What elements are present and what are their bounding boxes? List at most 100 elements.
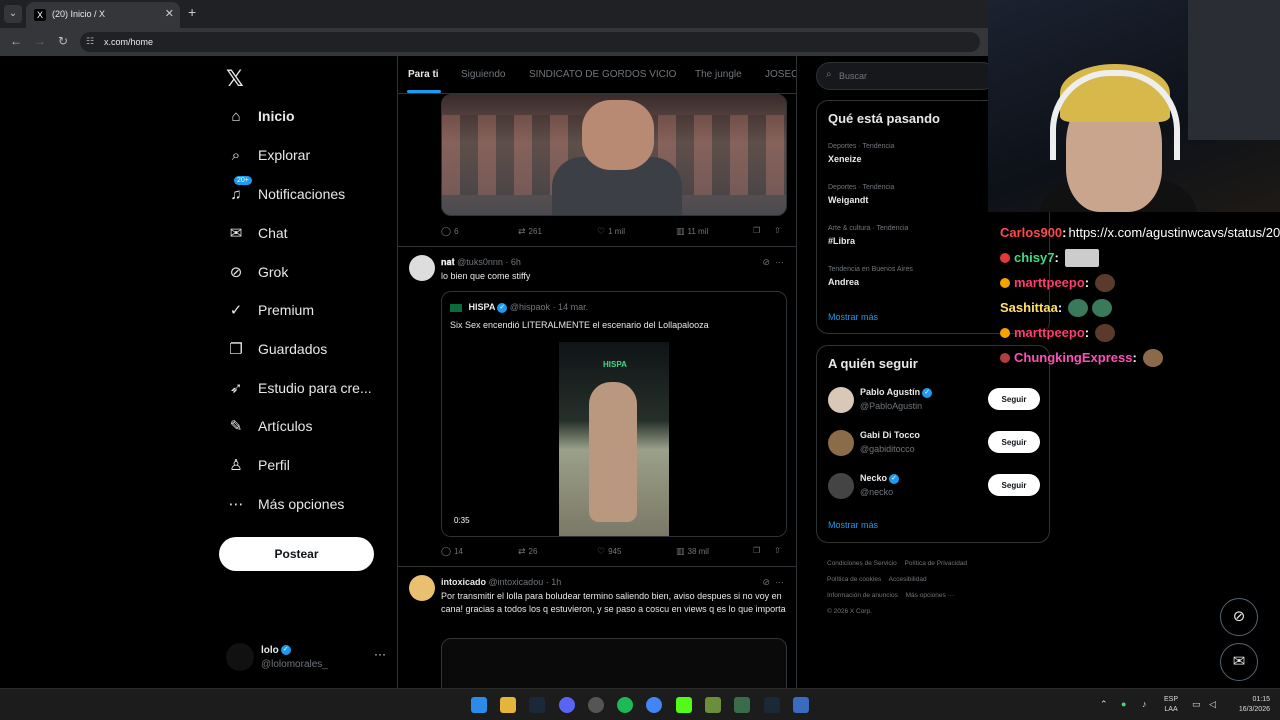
app-icon[interactable] bbox=[793, 697, 809, 713]
spotify-icon[interactable] bbox=[617, 697, 633, 713]
nav-label: Grok bbox=[258, 264, 289, 280]
nav-home[interactable]: ⌂ Inicio bbox=[226, 101, 294, 131]
author-name[interactable]: intoxicado bbox=[441, 577, 486, 587]
tray-chevron-icon[interactable]: ⌃ bbox=[1100, 699, 1108, 710]
tab-joseo[interactable]: JOSEO bbox=[765, 69, 796, 80]
nav-creator-studio[interactable]: ➶ Estudio para cre... bbox=[226, 373, 372, 403]
author-handle[interactable]: @intoxicadou bbox=[489, 577, 544, 587]
grok-float-button[interactable]: ⊘ bbox=[1220, 598, 1258, 636]
steam-icon[interactable] bbox=[764, 697, 780, 713]
close-icon[interactable]: ✕ bbox=[165, 7, 174, 20]
footer-link[interactable]: Política de Privacidad bbox=[905, 560, 968, 567]
tab-following[interactable]: Siguiendo bbox=[461, 69, 505, 80]
search-box[interactable]: ⌕ bbox=[816, 62, 996, 90]
reload-icon[interactable]: ↻ bbox=[58, 34, 68, 48]
video-player[interactable]: HISPA 0:35 bbox=[442, 342, 786, 536]
nav-chat[interactable]: ✉ Chat bbox=[226, 218, 288, 248]
follow-suggestion[interactable]: Gabi Di Tocco @gabiditocco Seguir bbox=[828, 428, 1040, 460]
author-handle[interactable]: @tuks0nnn bbox=[457, 257, 503, 267]
quoted-post[interactable]: HISPA ✓ @hispaok · 14 mar. Six Sex encend… bbox=[441, 291, 787, 537]
app-icon[interactable] bbox=[588, 697, 604, 713]
bookmark-icon[interactable]: ❐ bbox=[753, 546, 760, 555]
footer-link[interactable]: Información de anuncios bbox=[827, 592, 898, 599]
new-tab-icon[interactable]: + bbox=[188, 4, 196, 20]
views-button[interactable]: ▥ 11 mil bbox=[676, 226, 708, 237]
footer-link[interactable]: Más opciones ··· bbox=[906, 592, 954, 599]
follow-button[interactable]: Seguir bbox=[988, 431, 1040, 453]
post-time[interactable]: · 6h bbox=[505, 257, 521, 267]
chat-message: ChungkingExpress: bbox=[1000, 345, 1280, 370]
like-button[interactable]: ♡ 1 mil bbox=[597, 226, 625, 237]
account-switcher[interactable]: lolo ✓ @lolomorales_ ··· bbox=[226, 641, 386, 673]
share-icon[interactable]: ⇧ bbox=[774, 546, 781, 555]
repost-button[interactable]: ⇄ 26 bbox=[518, 546, 537, 557]
heart-icon: ♡ bbox=[597, 226, 606, 236]
nav-bookmarks[interactable]: ❐ Guardados bbox=[226, 334, 327, 364]
file-explorer-icon[interactable] bbox=[500, 697, 516, 713]
avatar[interactable] bbox=[409, 575, 435, 601]
microphone-icon[interactable]: ♪ bbox=[1142, 699, 1147, 709]
back-icon[interactable]: ← bbox=[10, 34, 22, 48]
x-logo-icon[interactable]: 𝕏 bbox=[226, 66, 244, 92]
clock[interactable]: 01:15 16/3/2026 bbox=[1226, 695, 1270, 715]
post-time[interactable]: · 1h bbox=[546, 577, 562, 587]
post-button[interactable]: Postear bbox=[219, 537, 374, 571]
discord-icon[interactable] bbox=[559, 697, 575, 713]
chrome-icon[interactable] bbox=[646, 697, 662, 713]
follow-suggestion[interactable]: Necko ✓ @necko Seguir bbox=[828, 471, 1040, 503]
post-image[interactable] bbox=[441, 94, 787, 216]
nav-more-options[interactable]: ⋯ Más opciones bbox=[226, 489, 345, 519]
reply-button[interactable]: ◯ 14 bbox=[441, 546, 463, 557]
tab-search-button[interactable]: ⌄ bbox=[4, 5, 22, 23]
search-input[interactable] bbox=[839, 69, 989, 83]
nav-premium[interactable]: ✓ Premium bbox=[226, 295, 314, 325]
follow-button[interactable]: Seguir bbox=[988, 474, 1040, 496]
nav-profile[interactable]: ♙ Perfil bbox=[226, 450, 290, 480]
site-info-icon[interactable]: ☷ bbox=[86, 36, 94, 47]
forward-icon[interactable]: → bbox=[34, 34, 46, 48]
repost-button[interactable]: ⇄ 261 bbox=[518, 226, 542, 237]
more-icon[interactable]: ··· bbox=[374, 647, 386, 661]
app-icon[interactable] bbox=[734, 697, 750, 713]
tray-app-icon[interactable]: ● bbox=[1121, 699, 1126, 709]
footer-link[interactable]: Condiciones de Servicio bbox=[827, 560, 897, 567]
author-name[interactable]: 𝐧𝐚𝐭 bbox=[441, 257, 455, 267]
reply-button[interactable]: ◯ 6 bbox=[441, 226, 459, 237]
start-icon[interactable] bbox=[471, 697, 487, 713]
show-more-link[interactable]: Mostrar más bbox=[828, 312, 878, 322]
post-media[interactable] bbox=[441, 638, 787, 688]
nav-notifications[interactable]: ♫ 20+ Notificaciones bbox=[226, 176, 345, 209]
follow-button[interactable]: Seguir bbox=[988, 388, 1040, 410]
follow-suggestion[interactable]: Pablo Agustín ✓ @PabloAgustin Seguir bbox=[828, 385, 1040, 417]
grok-icon[interactable]: ⊘ bbox=[762, 257, 770, 267]
footer-link[interactable]: Política de cookies bbox=[827, 576, 881, 583]
nav-articles[interactable]: ✎ Artículos bbox=[226, 411, 313, 441]
tab-sindicato[interactable]: SINDICATO DE GORDOS VICIO bbox=[529, 69, 676, 80]
messages-float-button[interactable]: ✉ bbox=[1220, 643, 1258, 681]
tab-the-jungle[interactable]: The jungle bbox=[695, 69, 742, 80]
browser-tab[interactable]: X (20) Inicio / X ✕ bbox=[26, 2, 180, 28]
more-icon[interactable]: ··· bbox=[775, 577, 784, 587]
volume-icon[interactable]: ◁ bbox=[1209, 699, 1216, 710]
avatar[interactable] bbox=[409, 255, 435, 281]
more-icon[interactable]: ··· bbox=[775, 257, 784, 267]
network-icon[interactable]: ▭ bbox=[1192, 699, 1201, 710]
views-button[interactable]: ▥ 38 mil bbox=[676, 546, 709, 557]
footer-link[interactable]: Accesibilidad bbox=[889, 576, 927, 583]
app-icon[interactable] bbox=[705, 697, 721, 713]
grok-icon[interactable]: ⊘ bbox=[762, 577, 770, 587]
copyright: © 2026 X Corp. bbox=[827, 608, 872, 615]
steam-icon[interactable] bbox=[529, 697, 545, 713]
language-indicator[interactable]: ESP LAA bbox=[1164, 695, 1178, 715]
show-more-link[interactable]: Mostrar más bbox=[828, 520, 878, 530]
bookmark-icon: ❐ bbox=[229, 341, 243, 358]
tab-for-you[interactable]: Para ti bbox=[408, 69, 439, 80]
nav-grok[interactable]: ⊘ Grok bbox=[226, 257, 289, 287]
bookmark-icon[interactable]: ❐ bbox=[753, 226, 760, 235]
share-icon[interactable]: ⇧ bbox=[774, 226, 781, 235]
nav-explore[interactable]: ⌕ Explorar bbox=[226, 140, 310, 170]
url-field[interactable]: ☷ x.com/home bbox=[80, 32, 980, 52]
like-button[interactable]: ♡ 945 bbox=[597, 546, 621, 557]
kick-icon[interactable] bbox=[676, 697, 692, 713]
chart-icon: ▥ bbox=[676, 226, 685, 236]
